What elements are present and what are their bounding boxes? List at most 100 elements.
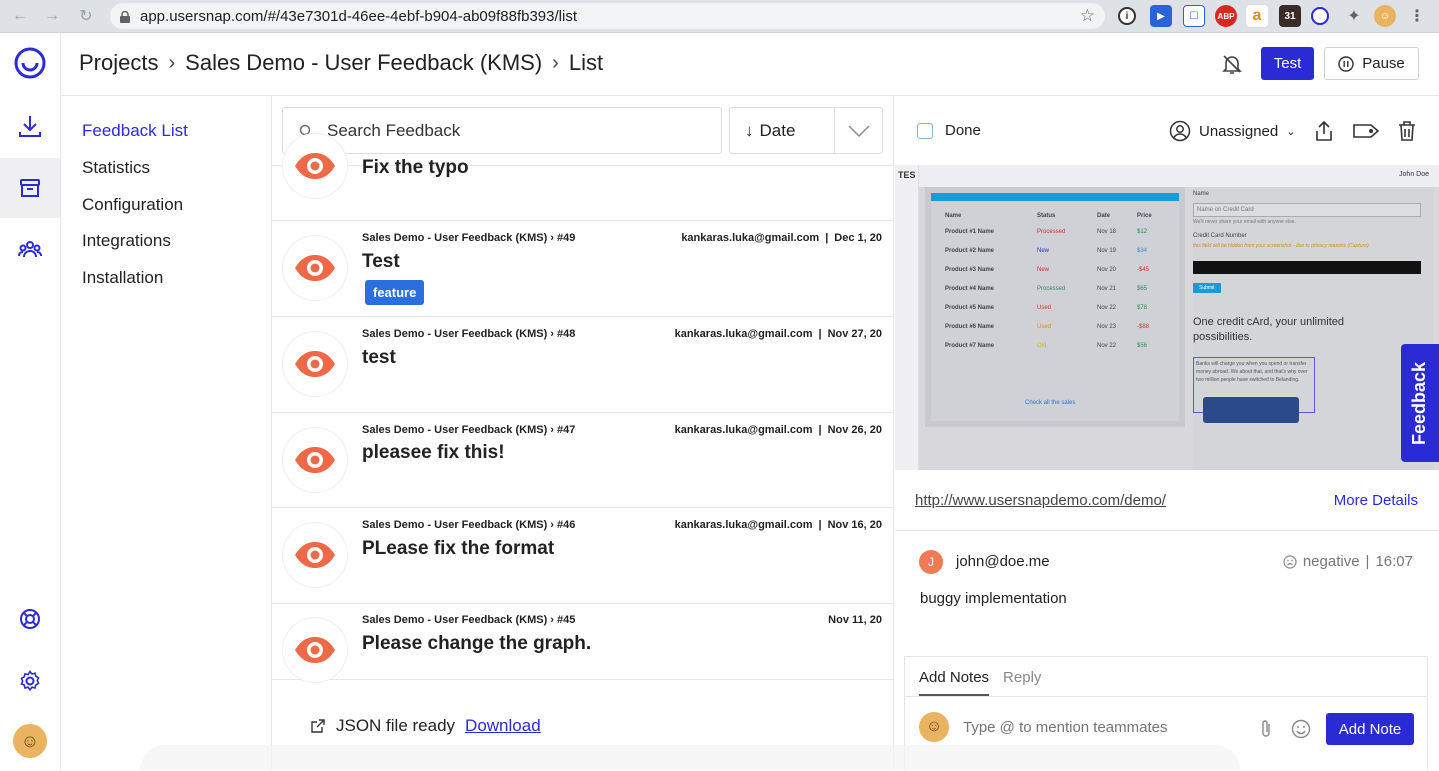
- more-details-link[interactable]: More Details: [1334, 492, 1418, 509]
- feedback-project: Sales Demo - User Feedback (KMS) › #46: [362, 519, 576, 531]
- subnav-feedback-list[interactable]: Feedback List: [82, 121, 188, 141]
- label-tag-icon[interactable]: [1352, 122, 1380, 145]
- feedback-title: PLease fix the format: [362, 538, 555, 559]
- subnav-installation[interactable]: Installation: [82, 268, 163, 288]
- breadcrumb: Projects › Sales Demo - User Feedback (K…: [79, 50, 603, 76]
- profile-avatar-icon[interactable]: ☺: [1374, 5, 1396, 27]
- source-url-row: http://www.usersnapdemo.com/demo/ More D…: [895, 470, 1439, 531]
- eye-icon: [283, 618, 347, 682]
- test-button[interactable]: Test: [1261, 47, 1314, 80]
- preview-user: John Doe: [1399, 171, 1429, 178]
- inbox-icon[interactable]: [0, 158, 60, 218]
- note-input[interactable]: [963, 719, 1243, 736]
- notifications-off-icon[interactable]: [1221, 53, 1243, 80]
- extensions-puzzle-icon[interactable]: ✦: [1343, 5, 1365, 27]
- list-item[interactable]: Sales Demo - User Feedback (KMS) › #46 k…: [272, 508, 893, 604]
- feedback-title: Test: [362, 251, 400, 272]
- reload-icon[interactable]: ↻: [70, 0, 102, 33]
- feedback-widget-tab[interactable]: Feedback: [1401, 344, 1439, 462]
- feedback-project: Sales Demo - User Feedback (KMS) › #47: [362, 424, 576, 436]
- forward-icon[interactable]: →: [36, 0, 68, 33]
- extension-amazon-icon[interactable]: a: [1246, 5, 1268, 27]
- breadcrumb-projects[interactable]: Projects: [79, 50, 158, 76]
- feedback-date: Dec 1, 20: [834, 232, 882, 244]
- feedback-detail-panel: Done Unassigned ⌄ TES John Doe Name Stat…: [895, 96, 1439, 770]
- share-icon[interactable]: [1313, 120, 1335, 147]
- tab-reply[interactable]: Reply: [1003, 669, 1041, 696]
- extension-1password-icon[interactable]: i: [1118, 7, 1136, 25]
- browser-menu-icon[interactable]: ⋮: [1406, 5, 1428, 27]
- preview-header: Status: [1037, 213, 1056, 219]
- attachment-clip-icon[interactable]: [1259, 719, 1273, 744]
- feedback-date: Nov 26, 20: [827, 424, 882, 436]
- preview-card: [1203, 397, 1299, 423]
- done-checkbox[interactable]: [917, 123, 933, 139]
- preview-check-all: Check all the sales: [1025, 400, 1076, 406]
- detail-toolbar: Done Unassigned ⌄: [895, 96, 1439, 165]
- done-label: Done: [945, 122, 981, 139]
- subnav-configuration[interactable]: Configuration: [82, 195, 183, 215]
- feedback-list-panel: Search Feedback ↓ Date Fix the typo Sale…: [272, 96, 894, 770]
- emoji-icon[interactable]: [1291, 719, 1311, 744]
- address-bar[interactable]: app.usersnap.com/#/43e7301d-46ee-4ebf-b9…: [110, 3, 1105, 29]
- chevron-down-icon: ⌄: [1286, 125, 1296, 138]
- divider: [905, 696, 1427, 697]
- extension-translate-icon[interactable]: ☐: [1183, 5, 1205, 27]
- source-url-link[interactable]: http://www.usersnapdemo.com/demo/: [915, 492, 1166, 509]
- feedback-email: kankaras.luka@gmail.com: [674, 328, 813, 340]
- team-icon[interactable]: [0, 219, 60, 279]
- pause-icon: [1338, 55, 1354, 72]
- extension-arrow-icon[interactable]: ▶: [1150, 5, 1172, 27]
- extension-adblock-icon[interactable]: ABP: [1215, 5, 1237, 27]
- add-note-button[interactable]: Add Note: [1326, 713, 1414, 745]
- bookmark-star-icon[interactable]: ☆: [1080, 6, 1095, 26]
- tab-add-notes[interactable]: Add Notes: [919, 669, 990, 696]
- eye-icon: [283, 236, 347, 300]
- feedback-project: Sales Demo - User Feedback (KMS) › #48: [362, 328, 576, 340]
- chevron-right-icon: ›: [168, 51, 176, 74]
- feedback-title: Please change the graph.: [362, 633, 592, 654]
- download-link[interactable]: Download: [465, 716, 541, 736]
- feedback-title: test: [362, 347, 396, 368]
- json-export-notice: JSON file ready Download: [310, 716, 541, 736]
- subnav-integrations[interactable]: Integrations: [82, 231, 171, 251]
- preview-cc-label: Credit Card Number: [1193, 233, 1247, 239]
- list-item[interactable]: Sales Demo - User Feedback (KMS) › #48 k…: [272, 317, 893, 413]
- feature-tag[interactable]: feature: [365, 280, 425, 305]
- list-item[interactable]: Sales Demo - User Feedback (KMS) › #49 k…: [272, 221, 893, 317]
- breadcrumb-list: List: [568, 50, 604, 75]
- pause-button[interactable]: Pause: [1324, 47, 1419, 80]
- eye-icon: [283, 523, 347, 587]
- preview-main: Name Status Date Price Product #1 Name Pr…: [925, 187, 1185, 427]
- settings-gear-icon[interactable]: [0, 651, 60, 711]
- list-item[interactable]: Fix the typo: [272, 126, 893, 221]
- back-icon[interactable]: ←: [4, 0, 36, 33]
- usersnap-logo-icon[interactable]: [0, 33, 60, 93]
- help-lifebuoy-icon[interactable]: [0, 589, 60, 649]
- screenshot-preview[interactable]: TES John Doe Name Status Date Price Prod…: [895, 165, 1439, 470]
- preview-form-input: Name on Credit Card: [1193, 203, 1421, 217]
- breadcrumb-project[interactable]: Sales Demo - User Feedback (KMS): [185, 50, 542, 76]
- download-icon[interactable]: [0, 96, 60, 156]
- feedback-list: Fix the typo Sales Demo - User Feedback …: [272, 134, 893, 682]
- list-item[interactable]: Sales Demo - User Feedback (KMS) › #45 N…: [272, 604, 893, 682]
- preview-submit: Submit: [1193, 283, 1221, 293]
- browser-chrome: ← → ↻ app.usersnap.com/#/43e7301d-46ee-4…: [0, 0, 1439, 33]
- pause-label: Pause: [1362, 55, 1405, 72]
- assignee-dropdown[interactable]: Unassigned ⌄: [1169, 120, 1295, 142]
- feedback-date: Nov 16, 20: [827, 519, 882, 531]
- trash-icon[interactable]: [1397, 120, 1417, 147]
- preview-cc-warning: this field will be hidden from your scre…: [1193, 243, 1369, 249]
- list-item[interactable]: Sales Demo - User Feedback (KMS) › #47 k…: [272, 413, 893, 508]
- user-avatar[interactable]: ☺: [0, 711, 60, 771]
- sentiment-label: negative: [1302, 553, 1360, 570]
- external-link-icon: [311, 719, 325, 733]
- url-text: app.usersnap.com/#/43e7301d-46ee-4ebf-b9…: [140, 7, 577, 25]
- project-subnav: Feedback List Statistics Configuration I…: [61, 96, 272, 770]
- subnav-statistics[interactable]: Statistics: [82, 158, 150, 178]
- feedback-email: kankaras.luka@gmail.com: [674, 519, 813, 531]
- extension-calendar-icon[interactable]: 31: [1279, 5, 1301, 27]
- preview-form-help: We'll never share your email with anyone…: [1193, 219, 1296, 225]
- extension-usersnap-icon[interactable]: [1311, 7, 1329, 25]
- feedback-email: kankaras.luka@gmail.com: [674, 424, 813, 436]
